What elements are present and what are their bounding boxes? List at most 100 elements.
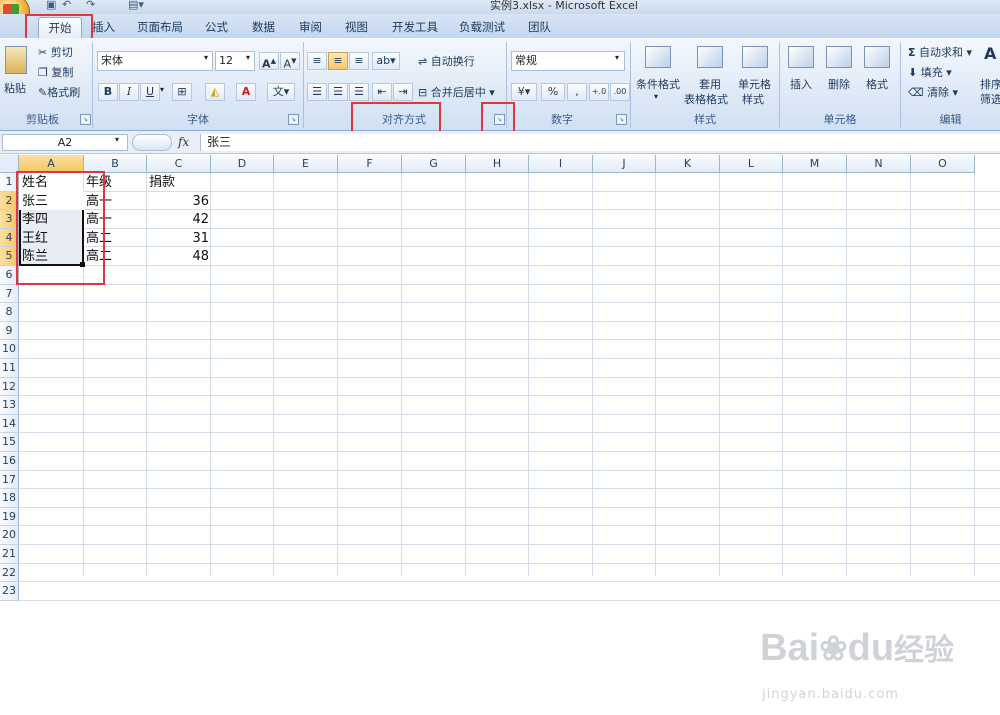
clipboard-launcher-icon[interactable]: ↘	[80, 114, 91, 125]
fill-button[interactable]: ⬇ 填充 ▾	[908, 64, 952, 80]
delete-cells-button[interactable]: 删除	[828, 76, 850, 92]
name-box-dropdown-icon[interactable]: ▾	[115, 135, 119, 144]
format-cells-button[interactable]: 格式	[866, 76, 888, 92]
format-cells-icon[interactable]	[864, 46, 890, 68]
insert-cells-button[interactable]: 插入	[790, 76, 812, 92]
row-header-13[interactable]: 13	[0, 396, 19, 415]
number-format-dropdown-icon[interactable]: ▾	[615, 53, 619, 62]
tab-data[interactable]: 数据	[250, 18, 277, 36]
cell-C5[interactable]: 48	[147, 247, 211, 265]
currency-icon[interactable]: ¥▾	[511, 83, 537, 101]
column-header-D[interactable]: D	[211, 155, 274, 173]
column-header-H[interactable]: H	[466, 155, 529, 173]
table-format-button-line2[interactable]: 表格格式	[684, 91, 728, 107]
column-header-N[interactable]: N	[847, 155, 911, 173]
delete-cells-icon[interactable]	[826, 46, 852, 68]
row-header-18[interactable]: 18	[0, 489, 19, 508]
sort-filter-icon[interactable]: A	[984, 44, 996, 63]
tab-page-layout[interactable]: 页面布局	[135, 18, 185, 36]
row-header-15[interactable]: 15	[0, 433, 19, 452]
column-header-J[interactable]: J	[593, 155, 656, 173]
cell-styles-button-line1[interactable]: 单元格	[738, 76, 771, 92]
row-header-9[interactable]: 9	[0, 321, 19, 341]
autosum-button[interactable]: Σ 自动求和 ▾	[908, 44, 972, 60]
row-header-7[interactable]: 7	[0, 284, 19, 304]
table-format-icon[interactable]	[697, 46, 723, 68]
tab-insert[interactable]: 插入	[90, 18, 117, 36]
tab-review[interactable]: 审阅	[297, 18, 324, 36]
redo-icon[interactable]: ↷	[86, 0, 95, 11]
italic-button[interactable]: I	[119, 83, 139, 101]
size-dropdown-icon[interactable]: ▾	[246, 53, 250, 62]
row-header-12[interactable]: 12	[0, 377, 19, 397]
undo-icon[interactable]: ↶	[62, 0, 71, 11]
row-header-21[interactable]: 21	[0, 545, 19, 564]
increase-decimal-icon[interactable]: +.0	[589, 83, 609, 101]
phonetic-icon[interactable]: 文▾	[267, 83, 295, 101]
fill-color-icon[interactable]: ◭	[205, 83, 225, 101]
cell-C4[interactable]: 31	[147, 229, 211, 247]
sort-label[interactable]: 排序	[980, 76, 1000, 92]
font-dropdown-icon[interactable]: ▾	[204, 53, 208, 62]
merge-center-button[interactable]: ⊟ 合并后居中 ▾	[418, 84, 495, 100]
percent-button[interactable]: %	[541, 83, 565, 101]
align-top-icon[interactable]: ≡	[307, 52, 327, 70]
shrink-font-icon[interactable]: A▼	[280, 52, 300, 71]
conditional-format-button[interactable]: 条件格式	[636, 76, 680, 92]
cell-C2[interactable]: 36	[147, 192, 211, 210]
tab-load-test[interactable]: 负载测试	[457, 18, 507, 36]
decrease-indent-icon[interactable]: ⇤	[372, 83, 392, 101]
conditional-dropdown-icon[interactable]: ▾	[654, 92, 658, 101]
row-header-19[interactable]: 19	[0, 507, 19, 527]
insert-cells-icon[interactable]	[788, 46, 814, 68]
paste-icon[interactable]	[5, 46, 27, 74]
filter-label[interactable]: 筛选	[980, 91, 1000, 107]
cell-C3[interactable]: 42	[147, 210, 211, 228]
row-header-22[interactable]: 22	[0, 563, 19, 583]
align-bottom-icon[interactable]: ≡	[349, 52, 369, 70]
column-header-F[interactable]: F	[338, 155, 402, 173]
cut-button[interactable]: ✂ 剪切	[38, 44, 73, 60]
quick-access-icon[interactable]: ▤▾	[128, 0, 144, 11]
align-right-icon[interactable]: ☰	[349, 83, 369, 101]
row-header-11[interactable]: 11	[0, 359, 19, 378]
align-center-icon[interactable]: ☰	[328, 83, 348, 101]
name-box[interactable]: A2	[2, 134, 128, 151]
align-left-icon[interactable]: ☰	[307, 83, 327, 101]
number-launcher-icon[interactable]: ↘	[616, 114, 627, 125]
conditional-format-icon[interactable]	[645, 46, 671, 68]
insert-function-icon[interactable]: fx	[178, 135, 189, 149]
row-header-20[interactable]: 20	[0, 526, 19, 545]
column-header-I[interactable]: I	[529, 155, 593, 173]
column-header-M[interactable]: M	[783, 155, 847, 173]
row-header-10[interactable]: 10	[0, 340, 19, 359]
formula-bar-resize-handle[interactable]	[132, 134, 172, 151]
align-middle-icon[interactable]: ≡	[328, 52, 348, 70]
format-painter-button[interactable]: ✎格式刷	[38, 84, 80, 100]
tab-team[interactable]: 团队	[526, 18, 553, 36]
worksheet-grid[interactable]: ABCDEFGHIJKLMNO 1 2 3 4 5 6 7 8 9 10 11 12 13 14 15 16 1…	[0, 155, 1000, 702]
column-header-O[interactable]: O	[911, 155, 975, 173]
orientation-icon[interactable]: ab▾	[372, 52, 400, 70]
cell-styles-button-line2[interactable]: 样式	[742, 91, 764, 107]
column-header-K[interactable]: K	[656, 155, 720, 173]
cell-styles-icon[interactable]	[742, 46, 768, 68]
column-header-G[interactable]: G	[402, 155, 466, 173]
paste-button[interactable]: 粘贴	[4, 80, 26, 96]
comma-button[interactable]: ,	[567, 83, 587, 101]
grow-font-icon[interactable]: A▲	[259, 52, 279, 71]
clear-button[interactable]: ⌫ 清除 ▾	[908, 84, 958, 100]
column-header-E[interactable]: E	[274, 155, 338, 173]
column-header-C[interactable]: C	[147, 155, 211, 173]
formula-input[interactable]: 张三	[200, 134, 1000, 151]
tab-formulas[interactable]: 公式	[203, 18, 230, 36]
row-header-17[interactable]: 17	[0, 470, 19, 490]
row-header-8[interactable]: 8	[0, 303, 19, 322]
decrease-decimal-icon[interactable]: .00	[610, 83, 630, 101]
font-color-icon[interactable]: A	[236, 83, 256, 101]
number-format-select[interactable]: 常规	[511, 51, 625, 71]
underline-button[interactable]: U	[140, 83, 160, 101]
font-name-select[interactable]: 宋体	[97, 51, 213, 71]
underline-dropdown-icon[interactable]: ▾	[160, 85, 164, 94]
row-header-23[interactable]: 23	[0, 582, 19, 601]
